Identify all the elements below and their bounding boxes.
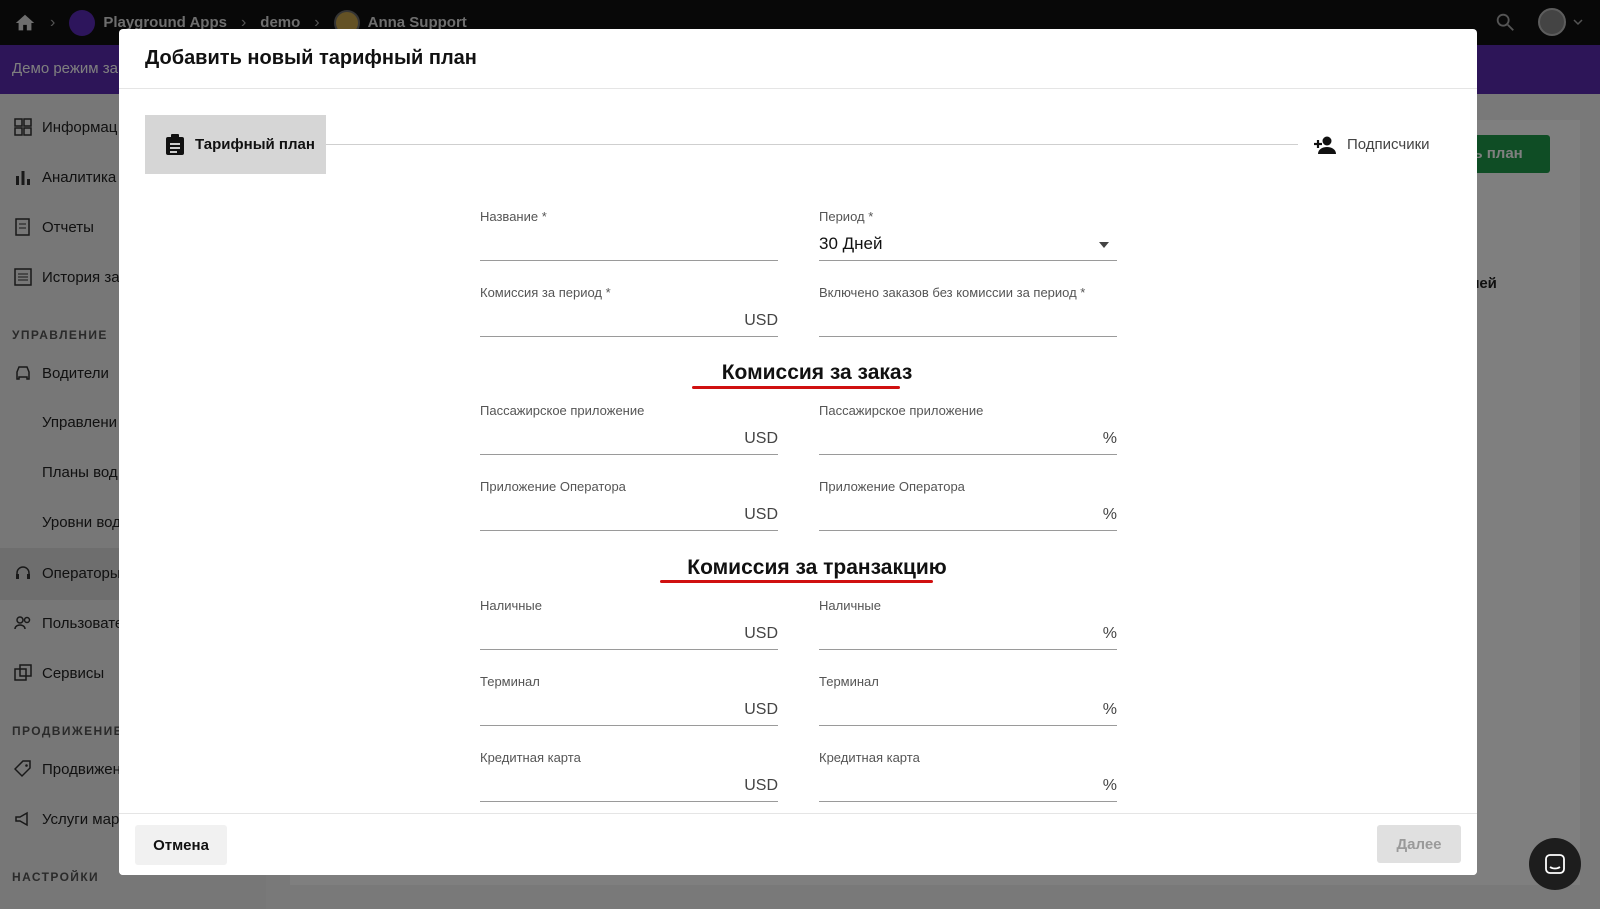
clipboard-icon	[166, 133, 184, 155]
field-underline	[480, 649, 778, 650]
cancel-button[interactable]: Отмена	[135, 825, 227, 865]
plan-form: Название * Период * 30 Дней Комиссия за …	[119, 179, 1477, 843]
passenger-app-percent-field[interactable]: Пассажирское приложение %	[819, 403, 1117, 455]
section-title-transaction-commission: Комиссия за транзакцию	[687, 556, 947, 579]
stepper: Тарифный план Подписчики	[145, 115, 1435, 175]
field-label: Пассажирское приложение	[480, 403, 645, 418]
field-label: Терминал	[480, 674, 540, 689]
dropdown-arrow-icon	[1099, 242, 1109, 248]
period-select[interactable]: Период * 30 Дней	[819, 209, 1117, 261]
step-subscribers[interactable]: Подписчики	[1313, 115, 1430, 174]
field-underline	[819, 454, 1117, 455]
field-label: Включено заказов без комиссии за период …	[819, 285, 1086, 300]
currency-suffix: USD	[744, 777, 778, 794]
field-label: Пассажирское приложение	[819, 403, 984, 418]
field-underline	[480, 725, 778, 726]
field-underline	[819, 801, 1117, 802]
add-plan-dialog: Добавить новый тарифный план Тарифный пл…	[119, 29, 1477, 875]
cash-fee-field[interactable]: Наличные USD	[480, 598, 778, 650]
field-label: Приложение Оператора	[480, 479, 626, 494]
field-underline	[819, 336, 1117, 337]
field-underline	[480, 336, 778, 337]
next-button[interactable]: Далее	[1377, 825, 1461, 863]
field-underline	[819, 260, 1117, 261]
step-label: Подписчики	[1347, 136, 1430, 153]
currency-suffix: USD	[744, 625, 778, 642]
field-label: Период *	[819, 209, 874, 224]
currency-suffix: USD	[744, 430, 778, 447]
currency-suffix: USD	[744, 506, 778, 523]
field-label: Кредитная карта	[480, 750, 581, 765]
field-underline	[480, 454, 778, 455]
chat-icon	[1545, 854, 1565, 874]
percent-suffix: %	[1102, 701, 1117, 718]
field-label: Приложение Оператора	[819, 479, 965, 494]
terminal-fee-field[interactable]: Терминал USD	[480, 674, 778, 726]
percent-suffix: %	[1102, 506, 1117, 523]
red-underline	[660, 580, 933, 583]
step-label: Тарифный план	[195, 136, 315, 153]
operator-app-fee-field[interactable]: Приложение Оператора USD	[480, 479, 778, 531]
operator-app-percent-field[interactable]: Приложение Оператора %	[819, 479, 1117, 531]
field-label: Терминал	[819, 674, 879, 689]
field-underline	[480, 801, 778, 802]
chat-launcher-button[interactable]	[1529, 838, 1581, 890]
dialog-footer: Отмена Далее	[119, 813, 1477, 875]
dialog-title: Добавить новый тарифный план	[119, 29, 1477, 89]
name-field[interactable]: Название *	[480, 209, 778, 261]
person-add-icon	[1314, 136, 1336, 154]
field-label: Наличные	[819, 598, 881, 613]
currency-suffix: USD	[744, 312, 778, 329]
step-tariff-plan[interactable]: Тарифный план	[145, 115, 326, 174]
field-label: Наличные	[480, 598, 542, 613]
currency-suffix: USD	[744, 701, 778, 718]
step-connector	[326, 144, 1298, 145]
cash-percent-field[interactable]: Наличные %	[819, 598, 1117, 650]
percent-suffix: %	[1102, 625, 1117, 642]
credit-card-fee-field[interactable]: Кредитная карта USD	[480, 750, 778, 802]
field-underline	[819, 649, 1117, 650]
free-orders-field[interactable]: Включено заказов без комиссии за период …	[819, 285, 1117, 337]
terminal-percent-field[interactable]: Терминал %	[819, 674, 1117, 726]
field-underline	[480, 530, 778, 531]
period-fee-field[interactable]: Комиссия за период * USD	[480, 285, 778, 337]
field-label: Название *	[480, 209, 547, 224]
percent-suffix: %	[1102, 777, 1117, 794]
credit-card-percent-field[interactable]: Кредитная карта %	[819, 750, 1117, 802]
field-underline	[819, 530, 1117, 531]
passenger-app-fee-field[interactable]: Пассажирское приложение USD	[480, 403, 778, 455]
field-label: Комиссия за период *	[480, 285, 611, 300]
field-label: Кредитная карта	[819, 750, 920, 765]
percent-suffix: %	[1102, 430, 1117, 447]
red-underline	[692, 386, 900, 389]
field-underline	[819, 725, 1117, 726]
field-underline	[480, 260, 778, 261]
field-value: 30 Дней	[819, 234, 883, 253]
section-title-order-commission: Комиссия за заказ	[721, 361, 913, 384]
